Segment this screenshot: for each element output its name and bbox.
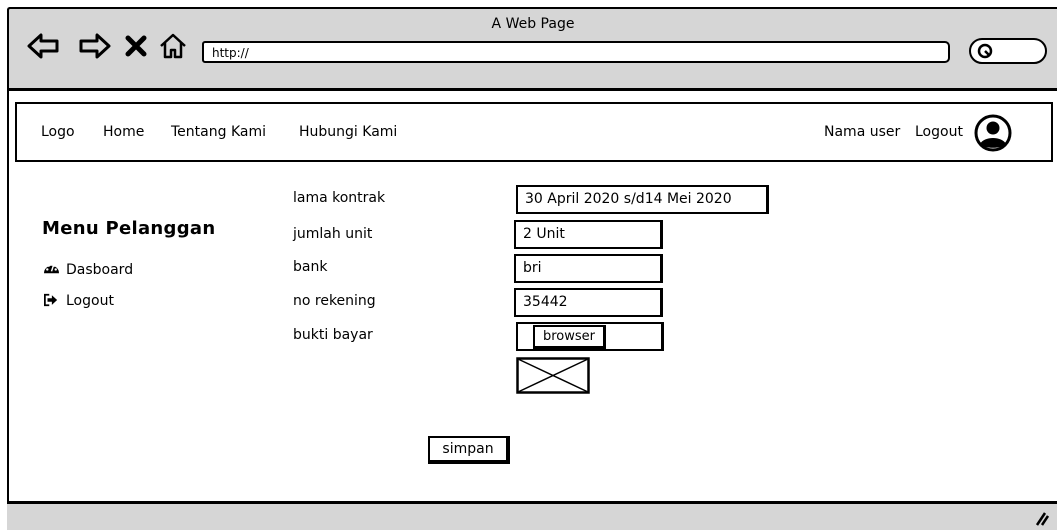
lama-kontrak-field[interactable]: 30 April 2020 s/d14 Mei 2020 [516, 185, 769, 214]
search-icon [977, 43, 993, 59]
nav-logout[interactable]: Logout [915, 124, 963, 140]
sidebar-item-label: Dasboard [66, 262, 134, 278]
nav-logo[interactable]: Logo [41, 124, 75, 140]
close-icon[interactable] [124, 32, 148, 60]
sidebar-item-dashboard[interactable]: Dasboard [42, 261, 133, 278]
bank-field[interactable]: bri [514, 254, 663, 283]
label-no-rekening: no rekening [293, 293, 376, 309]
jumlah-unit-field[interactable]: 2 Unit [514, 220, 663, 249]
no-rekening-field[interactable]: 35442 [514, 288, 663, 317]
label-bukti-bayar: bukti bayar [293, 327, 373, 343]
user-name: Nama user [824, 124, 901, 140]
nav-contact[interactable]: Hubungi Kami [299, 124, 397, 140]
nav-home[interactable]: Home [103, 124, 144, 140]
search-box[interactable] [969, 38, 1047, 64]
status-bar [7, 501, 1057, 530]
avatar-icon[interactable] [974, 114, 1012, 152]
image-placeholder-icon [516, 357, 590, 394]
forward-arrow-icon[interactable] [78, 32, 112, 60]
back-arrow-icon[interactable] [26, 32, 60, 60]
window-title: A Web Page [491, 16, 575, 32]
nav-about[interactable]: Tentang Kami [171, 124, 266, 140]
browse-button[interactable]: browser [533, 325, 606, 349]
sidebar-item-logout[interactable]: Logout [42, 293, 114, 309]
sidebar-title: Menu Pelanggan [42, 218, 216, 239]
dashboard-icon [42, 261, 60, 278]
label-bank: bank [293, 259, 328, 275]
sidebar-item-label: Logout [66, 293, 114, 309]
resize-grip-icon[interactable] [1033, 510, 1049, 526]
sign-out-icon [42, 293, 60, 309]
top-navbar: Logo Home Tentang Kami Hubungi Kami Nama… [15, 102, 1053, 162]
home-icon[interactable] [158, 32, 188, 60]
label-jumlah-unit: jumlah unit [293, 226, 373, 242]
save-button[interactable]: simpan [428, 436, 510, 464]
label-lama-kontrak: lama kontrak [293, 190, 386, 206]
url-input[interactable]: http:// [202, 41, 950, 63]
